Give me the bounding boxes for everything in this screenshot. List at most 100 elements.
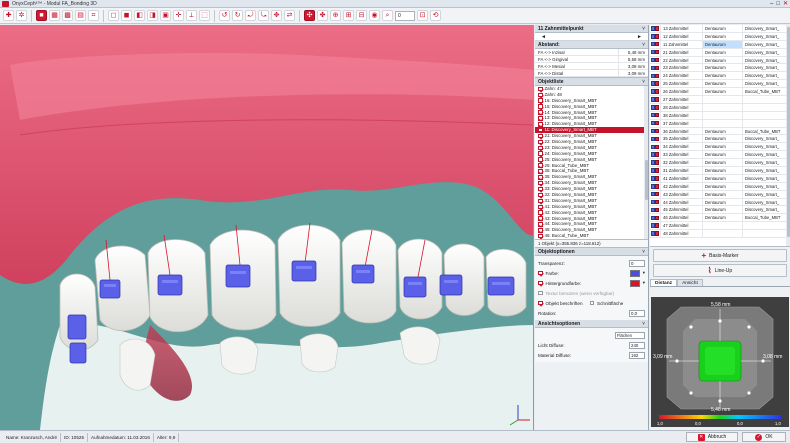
tilt-back-icon[interactable]: ⤿ (258, 10, 269, 21)
object-list-item[interactable]: 46: Buccal_Tube_MBT (535, 233, 648, 239)
grid-four-icon[interactable]: ▩ (62, 10, 73, 21)
gear-icon[interactable]: ✲ (16, 10, 27, 21)
object-checkbox[interactable] (538, 110, 543, 115)
table-row[interactable]: 42 Zahnmittel Dentaurum Discovery_Smart_ (650, 182, 790, 191)
color-swatch[interactable] (629, 269, 640, 277)
table-row[interactable]: 44 Zahnmittel Dentaurum Discovery_Smart_ (650, 198, 790, 207)
object-checkbox[interactable] (538, 145, 543, 151)
manufacturer-cell[interactable]: Dentaurum (702, 48, 742, 56)
bracket-type-cell[interactable]: Discovery_Smart_ (742, 143, 790, 151)
bracket-type-cell[interactable] (742, 119, 790, 127)
bracket-type-cell[interactable]: Discovery_Smart_ (742, 56, 790, 64)
bracket-type-cell[interactable]: Discovery_Smart_ (742, 159, 790, 167)
object-checkbox[interactable] (538, 233, 543, 239)
table-row[interactable]: 45 Zahnmittel Dentaurum Discovery_Smart_ (650, 206, 790, 215)
manufacturer-cell[interactable]: Dentaurum (702, 167, 742, 174)
maximize-icon[interactable]: □ (776, 0, 780, 8)
cube-icon[interactable]: ⬚ (199, 10, 210, 21)
tab-ansicht[interactable]: Ansicht (677, 279, 703, 286)
chevron-down-icon[interactable]: ˅ (642, 25, 645, 33)
table-row[interactable]: 13 Zahnmittel Dentaurum Discovery_Smart_ (650, 25, 790, 33)
measure-icon[interactable]: ⊞ (343, 10, 354, 21)
table-row[interactable]: 22 Zahnmittel Dentaurum Discovery_Smart_ (650, 56, 790, 65)
table-row[interactable]: 27 Zahnmittel (650, 96, 790, 104)
object-checkbox[interactable] (538, 127, 543, 133)
object-checkbox[interactable] (538, 133, 543, 139)
tilt-icon[interactable]: ⤾ (245, 10, 256, 21)
manufacturer-cell[interactable]: Dentaurum (702, 32, 742, 40)
transparency-stepper[interactable]: 0 (629, 259, 645, 267)
table-row[interactable]: 47 Zahnmittel (650, 222, 790, 231)
tooth-view-icon[interactable]: ✚ (3, 10, 14, 21)
pin-icon[interactable]: ✤ (317, 10, 328, 21)
bracket-type-cell[interactable]: Discovery_Smart_ (742, 167, 790, 174)
object-checkbox[interactable] (538, 192, 543, 198)
manufacturer-cell[interactable]: Dentaurum (702, 206, 742, 214)
table-row[interactable]: 25 Zahnmittel Dentaurum Discovery_Smart_ (650, 80, 790, 89)
manufacturer-cell[interactable] (702, 111, 742, 119)
manufacturer-cell[interactable]: Dentaurum (702, 56, 742, 64)
surface-select[interactable]: Flächen (615, 331, 645, 339)
bracket-type-cell[interactable] (742, 230, 790, 238)
minimize-icon[interactable]: – (770, 0, 773, 8)
view-top-icon[interactable]: ◻ (108, 10, 119, 21)
table-row[interactable]: 48 Zahnmittel (650, 230, 790, 239)
table-row[interactable]: 21 Zahnmittel Dentaurum Discovery_Smart_ (650, 48, 790, 57)
axis-icon[interactable]: ⟂ (186, 10, 197, 21)
object-checkbox[interactable] (538, 210, 543, 215)
object-checkbox[interactable] (538, 180, 543, 186)
view-right-icon[interactable]: ◨ (147, 10, 158, 21)
object-checkbox[interactable] (538, 151, 543, 156)
object-checkbox[interactable] (538, 163, 543, 168)
manufacturer-cell[interactable]: Dentaurum (702, 190, 742, 198)
manufacturer-cell[interactable] (702, 119, 742, 127)
manufacturer-cell[interactable]: Dentaurum (702, 88, 742, 96)
flip-icon[interactable]: ⇄ (284, 10, 295, 21)
chevron-down-icon[interactable]: ˅ (642, 320, 645, 328)
bracket-type-cell[interactable]: Discovery_Smart_ (742, 182, 790, 190)
manufacturer-cell[interactable]: Dentaurum (702, 151, 742, 159)
material-stepper[interactable]: 192 (629, 351, 645, 359)
table-row[interactable]: 41 Zahnmittel Dentaurum Discovery_Smart_ (650, 174, 790, 183)
table-row[interactable]: 31 Zahnmittel Dentaurum Discovery_Smart_ (650, 167, 790, 175)
eye-icon[interactable]: ◉ (369, 10, 380, 21)
bracket-type-cell[interactable]: Buccal_Tube_MBT (742, 88, 790, 96)
label-checkbox[interactable] (538, 300, 543, 306)
reset-icon[interactable]: ⟲ (430, 10, 441, 21)
bracket-type-cell[interactable]: Buccal_Tube_MBT (742, 214, 790, 222)
view-left-icon[interactable]: ◧ (134, 10, 145, 21)
manufacturer-cell[interactable] (702, 96, 742, 103)
manufacturer-cell[interactable]: Dentaurum (702, 214, 742, 222)
bgcolor-swatch[interactable] (629, 279, 640, 287)
frame-icon[interactable]: ⌗ (88, 10, 99, 21)
object-checkbox[interactable] (538, 228, 543, 233)
table-row[interactable]: 46 Zahnmittel Dentaurum Buccal_Tube_MBT (650, 214, 790, 223)
table-row[interactable]: 11 Zahnmittel Dentaurum Discovery_Smart_ (650, 40, 790, 49)
bgcolor-checkbox[interactable] (538, 280, 543, 286)
object-checkbox[interactable] (538, 157, 543, 162)
object-checkbox[interactable] (538, 122, 543, 127)
table-row[interactable]: 24 Zahnmittel Dentaurum Discovery_Smart_ (650, 72, 790, 81)
bracket-type-cell[interactable]: Discovery_Smart_ (742, 48, 790, 56)
bracket-type-cell[interactable]: Discovery_Smart_ (742, 151, 790, 159)
table-row[interactable]: 37 Zahnmittel (650, 119, 790, 128)
manufacturer-cell[interactable]: Dentaurum (702, 182, 742, 190)
rotate-left-icon[interactable]: ↺ (219, 10, 230, 21)
view-front-icon[interactable]: ■ (36, 10, 47, 21)
bracket-type-cell[interactable]: Discovery_Smart_ (742, 206, 790, 214)
table-row[interactable]: 33 Zahnmittel Dentaurum Discovery_Smart_ (650, 151, 790, 160)
ok-button[interactable]: ✓ OK (742, 432, 786, 442)
table-row[interactable]: 43 Zahnmittel Dentaurum Discovery_Smart_ (650, 190, 790, 199)
bracket-type-cell[interactable] (742, 222, 790, 230)
object-checkbox[interactable] (538, 175, 543, 180)
object-checkbox[interactable] (538, 116, 543, 121)
manufacturer-cell[interactable]: Dentaurum (702, 159, 742, 167)
table-row[interactable]: 12 Zahnmittel Dentaurum Discovery_Smart_ (650, 32, 790, 41)
manufacturer-cell[interactable] (702, 103, 742, 111)
ruler-icon[interactable]: ⊟ (356, 10, 367, 21)
color-checkbox[interactable] (538, 270, 543, 276)
table-row[interactable]: 26 Zahnmittel Dentaurum Buccal_Tube_MBT (650, 88, 790, 97)
object-checkbox[interactable] (538, 92, 543, 98)
3d-viewport[interactable] (0, 25, 534, 430)
table-row[interactable]: 28 Zahnmittel (650, 103, 790, 112)
